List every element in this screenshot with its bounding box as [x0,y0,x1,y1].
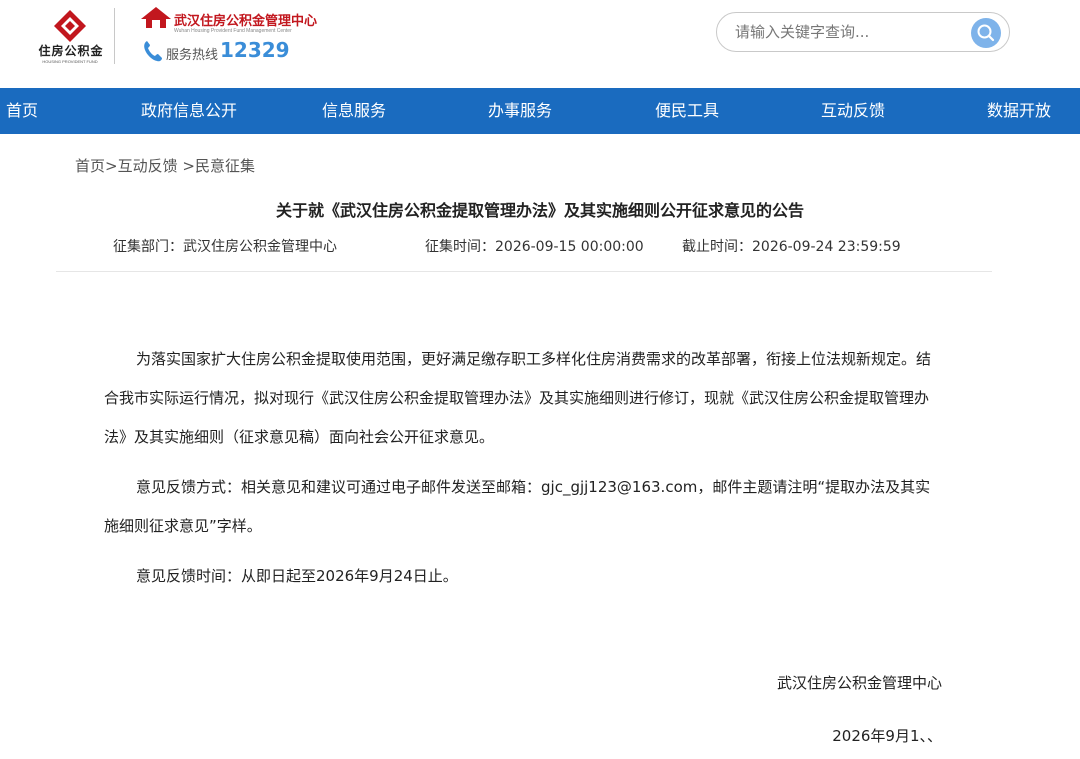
signature-date: 2026年9月1、、 [832,727,942,745]
nav-item-gov-info[interactable]: 政府信息公开 [141,88,237,134]
nav-item-business-service[interactable]: 办事服务 [488,88,552,134]
hotline-label: 服务热线 [166,48,219,63]
nav-item-tools[interactable]: 便民工具 [655,88,719,134]
nav-item-feedback[interactable]: 互动反馈 [821,88,885,134]
article-title: 关于就《武汉住房公积金提取管理办法》及其实施细则公开征求意见的公告 [275,201,804,220]
logo-wordmark: 住房公积金 [38,44,104,58]
search-icon [977,24,995,42]
breadcrumb-separator: > [105,157,118,175]
article-paragraph-intro: 为落实国家扩大住房公积金提取使用范围，更好满足缴存职工多样化住房消费需求的改革部… [104,350,932,446]
title-divider [56,271,992,272]
nav-item-open-data[interactable]: 数据开放 [987,88,1051,134]
breadcrumb-home[interactable]: 首页 [75,157,105,175]
search-box [716,12,1010,52]
svg-text:HOUSING PROVIDENT FUND: HOUSING PROVIDENT FUND [42,59,97,64]
nav-item-home[interactable]: 首页 [6,88,38,134]
breadcrumb-separator: > [177,157,195,175]
svg-text:Wuhan Housing Provident Fund M: Wuhan Housing Provident Fund Management … [174,28,292,34]
site-header: HOUSING PROVIDENT FUND 住房公积金 武汉住房公积金管理中心… [0,0,1080,88]
breadcrumb-section[interactable]: 互动反馈 [118,157,178,175]
search-input[interactable] [735,21,965,43]
header-divider [114,8,115,64]
nav-item-info-service[interactable]: 信息服务 [322,88,386,134]
breadcrumb-current[interactable]: 民意征集 [195,157,255,175]
main-nav: 首页 政府信息公开 信息服务 办事服务 便民工具 互动反馈 数据开放 [0,88,1080,134]
collection-department: 征集部门：武汉住房公积金管理中心 [113,239,337,255]
org-title-block: 武汉住房公积金管理中心 Wuhan Housing Provident Fund… [140,4,340,38]
org-name-english: Wuhan Housing Provident Fund Management … [174,28,292,34]
house-roof-icon [141,7,171,28]
phone-icon [144,41,162,62]
collection-end-time: 截止时间：2026-09-24 23:59:59 [682,239,901,255]
collection-start-time: 征集时间：2026-09-15 00:00:00 [425,239,644,255]
article-paragraph-feedback-method: 意见反馈方式：相关意见和建议可通过电子邮件发送至邮箱：gjc_gjj123@16… [104,478,931,535]
breadcrumb: 首页>互动反馈 >民意征集 [75,155,255,176]
search-button[interactable] [971,18,1001,48]
signature-org: 武汉住房公积金管理中心 [776,674,942,692]
article-paragraph-feedback-time: 意见反馈时间：从即日起至2026年9月24日止。 [136,567,458,585]
hotline-number: 12329 [220,38,290,62]
